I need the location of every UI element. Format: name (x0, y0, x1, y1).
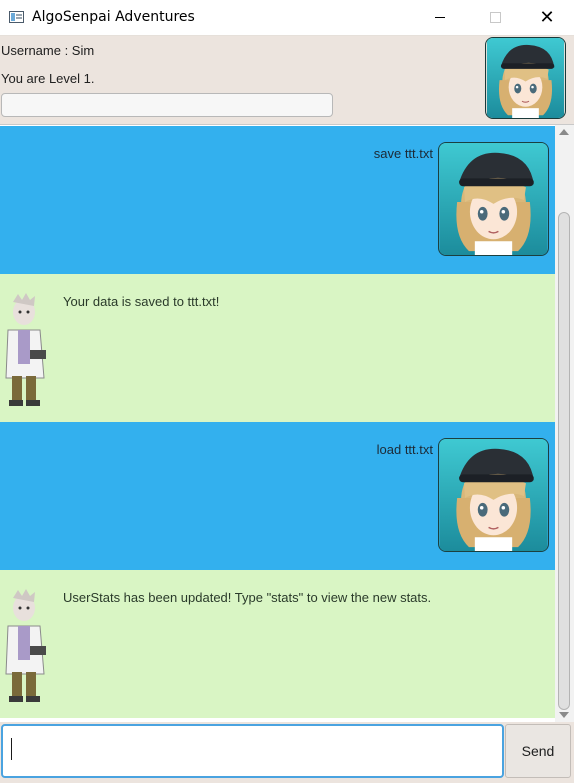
maximize-button[interactable] (472, 0, 518, 35)
user-message: save ttt.txt (0, 126, 555, 274)
close-button[interactable]: ✕ (524, 0, 570, 35)
send-button[interactable]: Send (505, 724, 571, 778)
scroll-down-arrow-icon[interactable] (559, 712, 569, 718)
window-title: AlgoSenpai Adventures (32, 9, 195, 25)
scrollbar-thumb[interactable] (558, 212, 570, 710)
bot-message: UserStats has been updated! Type "stats"… (0, 570, 555, 718)
text-caret (11, 738, 12, 760)
level-label: You are Level 1. (1, 71, 95, 86)
message-text: Your data is saved to ttt.txt! (63, 294, 220, 309)
user-header: Username : Sim You are Level 1. (0, 36, 574, 124)
close-icon: ✕ (539, 7, 555, 27)
user-avatar (438, 142, 549, 256)
maximize-icon (489, 12, 501, 23)
scroll-up-arrow-icon[interactable] (559, 129, 569, 135)
message-input[interactable] (1, 724, 504, 778)
minimize-button[interactable] (417, 0, 463, 35)
message-text: UserStats has been updated! Type "stats"… (63, 590, 432, 605)
app-window-icon (9, 11, 24, 23)
message-text: load ttt.txt (376, 442, 433, 457)
input-row: Send (0, 722, 574, 783)
bot-avatar (0, 586, 50, 704)
title-bar: AlgoSenpai Adventures ✕ (0, 0, 574, 36)
bot-message: Your data is saved to ttt.txt! (0, 274, 555, 422)
dialog-container[interactable]: save ttt.txt Your data is saved to ttt.t… (0, 124, 574, 723)
user-avatar (438, 438, 549, 552)
dialog-scrollbar[interactable] (555, 125, 574, 723)
minimize-icon (435, 17, 445, 18)
user-avatar (485, 37, 566, 119)
level-progress-bar (1, 93, 333, 117)
username-label: Username : Sim (1, 43, 95, 58)
user-message: load ttt.txt (0, 422, 555, 570)
message-text: save ttt.txt (373, 146, 433, 161)
bot-avatar (0, 290, 50, 408)
